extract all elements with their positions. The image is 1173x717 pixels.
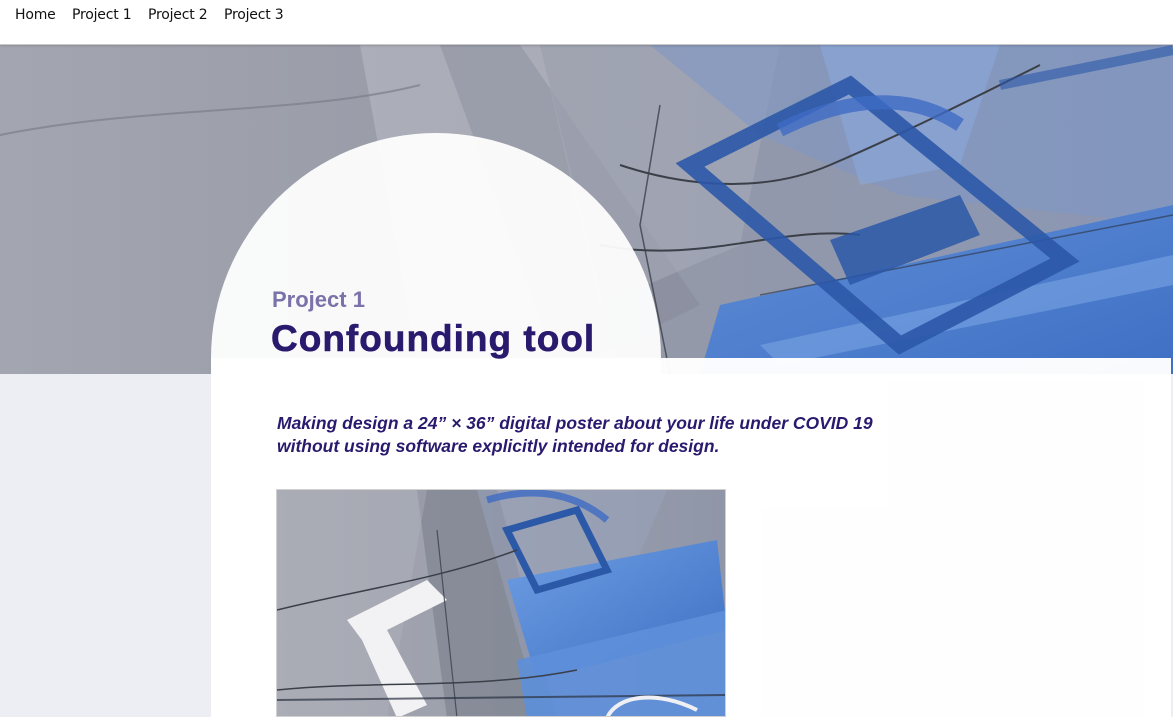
nav-home-link[interactable]: Home (15, 7, 56, 23)
nav-project-1-link[interactable]: Project 1 (72, 7, 132, 23)
project-description: Making design a 24” × 36” digital poster… (277, 412, 957, 458)
description-line-1: Making design a 24” × 36” digital poster… (277, 413, 873, 433)
project-eyebrow: Project 1 (272, 287, 365, 312)
nav-project-3-link[interactable]: Project 3 (224, 7, 284, 23)
nav-project-2-link[interactable]: Project 2 (148, 7, 208, 23)
poster-image[interactable] (276, 489, 726, 717)
page-title: Confounding tool (271, 318, 596, 360)
top-navigation: Home Project 1 Project 2 Project 3 (0, 0, 1173, 45)
description-line-2: without using software explicitly intend… (277, 436, 720, 456)
poster-artwork (277, 490, 725, 716)
